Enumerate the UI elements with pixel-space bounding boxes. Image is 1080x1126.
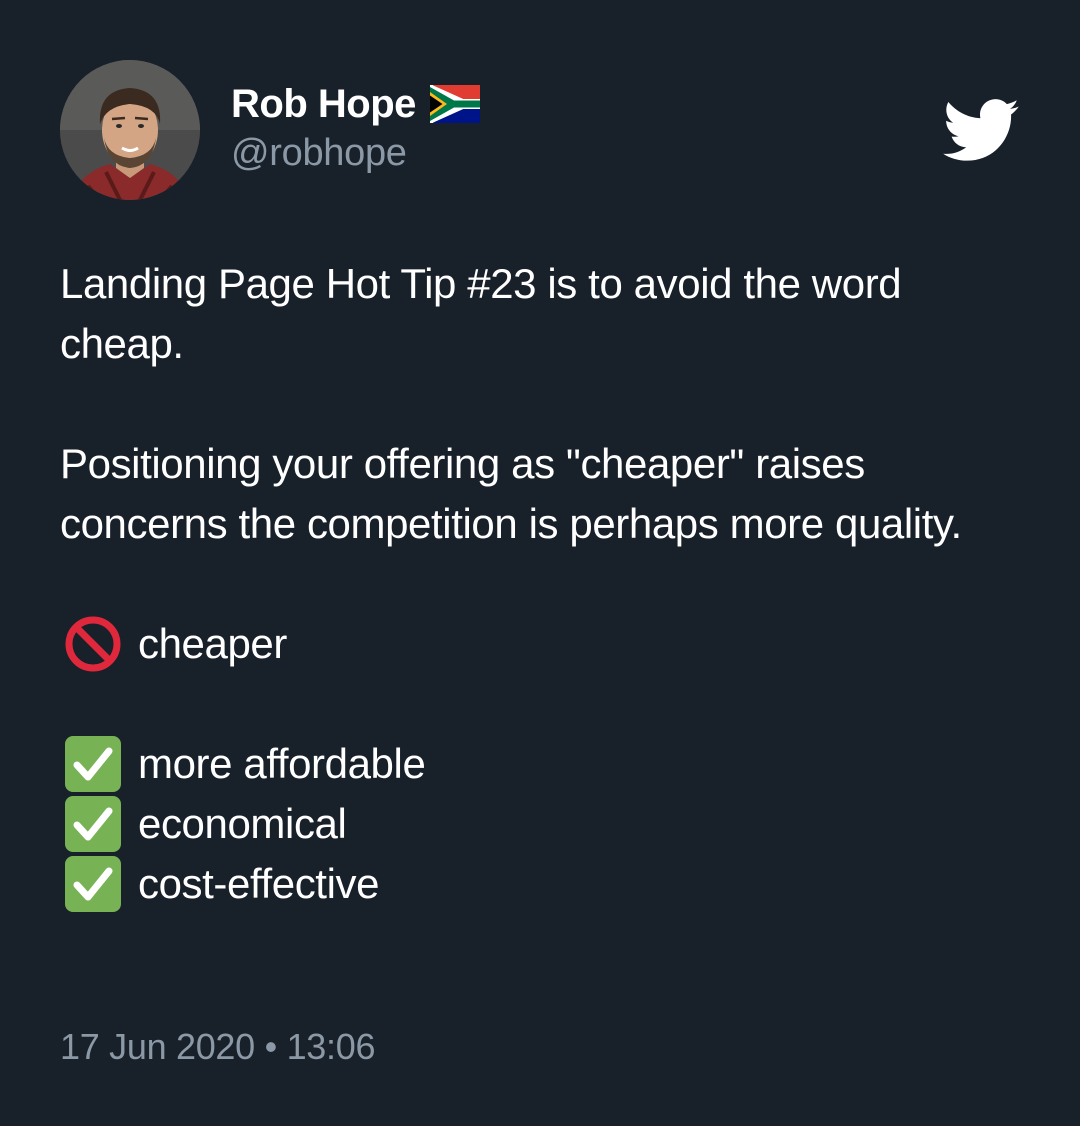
check-mark-button-icon — [65, 736, 121, 792]
twitter-bird-icon[interactable] — [940, 96, 1020, 164]
avatar[interactable] — [60, 60, 200, 200]
prefer-item: cost-effective — [60, 854, 1020, 914]
author-name-row: Rob Hope — [231, 78, 480, 130]
check-mark-button-icon — [65, 796, 121, 852]
author-name[interactable]: Rob Hope — [231, 82, 416, 127]
author-handle[interactable]: @robhope — [231, 132, 407, 175]
tweet-text: Landing Page Hot Tip #23 is to avoid the… — [60, 254, 1020, 914]
tweet-paragraph: Landing Page Hot Tip #23 is to avoid the… — [60, 260, 902, 367]
prohibited-icon — [65, 616, 121, 672]
prefer-item: economical — [60, 794, 1020, 854]
prefer-label: cost-effective — [138, 860, 380, 907]
prefer-label: more affordable — [138, 740, 426, 787]
prefer-item: more affordable — [60, 734, 1020, 794]
tweet-paragraph: Positioning your offering as "cheaper" r… — [60, 440, 962, 547]
tweet-timestamp[interactable]: 17 Jun 2020 • 13:06 — [60, 1026, 375, 1068]
avoid-label: cheaper — [138, 620, 287, 667]
prefer-label: economical — [138, 800, 347, 847]
check-mark-button-icon — [65, 856, 121, 912]
south-africa-flag-icon — [429, 85, 480, 123]
avoid-item: cheaper — [60, 614, 1020, 674]
